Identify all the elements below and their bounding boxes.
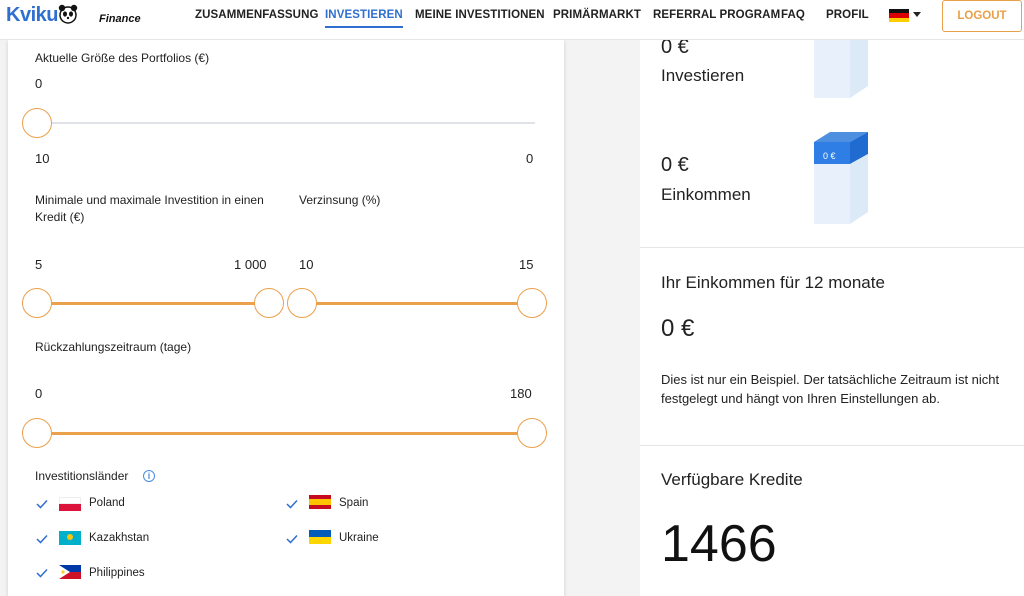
- kviku-logo[interactable]: Kviku Finance: [6, 2, 141, 36]
- panda-logo-icon: [58, 4, 78, 24]
- nav-zusammenfassung[interactable]: ZUSAMMENFASSUNG: [195, 9, 319, 21]
- available-loans-title: Verfügbare Kredite: [661, 470, 803, 489]
- income-label: Einkommen: [661, 185, 751, 204]
- portfolio-max-label: 0: [526, 151, 534, 166]
- germany-flag-icon[interactable]: [889, 9, 909, 22]
- countries-label: Investitionsländer: [35, 469, 129, 483]
- repayment-track[interactable]: [37, 432, 533, 435]
- investment-filters-panel: Aktuelle Größe des Portfolios (€) 0 10 0…: [8, 40, 564, 596]
- income-12-months-title: Ihr Einkommen für 12 monate: [661, 273, 885, 292]
- country-poland[interactable]: Poland: [89, 497, 125, 509]
- logo-subtitle: Finance: [99, 13, 141, 25]
- ukraine-flag-icon: [309, 530, 331, 544]
- ukraine-checkbox[interactable]: [286, 534, 298, 544]
- spain-flag-icon: [309, 495, 331, 509]
- investment-range-track[interactable]: [37, 302, 269, 305]
- philippines-checkbox[interactable]: [36, 568, 48, 578]
- portfolio-size-label: Aktuelle Größe des Portfolios (€): [35, 51, 210, 65]
- country-philippines[interactable]: Philippines: [89, 567, 145, 579]
- portfolio-slider-track[interactable]: [37, 122, 535, 124]
- nav-meine-investitionen[interactable]: MEINE INVESTITIONEN: [415, 9, 545, 21]
- nav-investieren[interactable]: INVESTIEREN: [325, 9, 403, 28]
- investment-summary-panel: 0 € Investieren 0 € Einkommen 0 € Ihr Ei…: [640, 36, 1024, 596]
- repayment-label: Rückzahlungszeitraum (tage): [35, 340, 192, 354]
- country-kazakhstan[interactable]: Kazakhstan: [89, 532, 149, 544]
- nav-referral-program[interactable]: REFERRAL PROGRAM: [653, 9, 780, 21]
- logo-text: Kviku: [6, 4, 58, 26]
- invest-label: Investieren: [661, 66, 745, 85]
- investment-range-min-handle[interactable]: [22, 288, 52, 318]
- interest-min-handle[interactable]: [287, 288, 317, 318]
- kazakhstan-flag-icon: [59, 531, 81, 545]
- poland-flag-icon: [59, 497, 81, 511]
- income-amount: 0 €: [661, 154, 689, 176]
- portfolio-min-label: 10: [35, 151, 50, 166]
- invest-bar-chart: [814, 40, 868, 98]
- divider: [640, 445, 1024, 446]
- spain-checkbox[interactable]: [286, 499, 298, 509]
- disclaimer-text: Dies ist nur ein Beispiel. Der tatsächli…: [661, 372, 1000, 406]
- repayment-min-handle[interactable]: [22, 418, 52, 448]
- divider: [640, 247, 1024, 248]
- portfolio-slider-handle[interactable]: [22, 108, 52, 138]
- logout-button[interactable]: LOGOUT: [942, 0, 1022, 32]
- repayment-max: 180: [510, 386, 532, 401]
- interest-max: 15: [519, 257, 534, 272]
- poland-checkbox[interactable]: [36, 499, 48, 509]
- investment-range-max: 1 000: [234, 257, 267, 272]
- country-spain[interactable]: Spain: [339, 497, 368, 509]
- income-bar-chart: [814, 132, 868, 224]
- investment-range-min: 5: [35, 257, 43, 272]
- nav-primaermarkt[interactable]: PRIMÄRMARKT: [553, 9, 641, 21]
- top-navigation-bar: Kviku Finance ZUSAMMENFASSUNG INVESTIERE…: [0, 0, 1024, 40]
- repayment-min: 0: [35, 386, 43, 401]
- income-bar-label: 0 €: [823, 151, 836, 161]
- nav-faq[interactable]: FAQ: [781, 9, 805, 21]
- interest-max-handle[interactable]: [517, 288, 547, 318]
- nav-profil[interactable]: PROFIL: [826, 9, 869, 21]
- available-loans-count: 1466: [661, 515, 777, 573]
- investment-range-label: Minimale und maximale Investition in ein…: [35, 193, 264, 224]
- interest-min: 10: [299, 257, 314, 272]
- portfolio-size-value: 0: [35, 76, 43, 91]
- interest-label: Verzinsung (%): [299, 193, 381, 207]
- country-ukraine[interactable]: Ukraine: [339, 532, 379, 544]
- interest-track[interactable]: [302, 302, 532, 305]
- philippines-flag-icon: [59, 565, 81, 579]
- investment-range-max-handle[interactable]: [254, 288, 284, 318]
- chevron-down-icon[interactable]: [913, 12, 921, 17]
- info-icon[interactable]: i: [143, 470, 155, 482]
- repayment-max-handle[interactable]: [517, 418, 547, 448]
- kazakhstan-checkbox[interactable]: [36, 534, 48, 544]
- income-12-months-value: 0 €: [661, 315, 695, 342]
